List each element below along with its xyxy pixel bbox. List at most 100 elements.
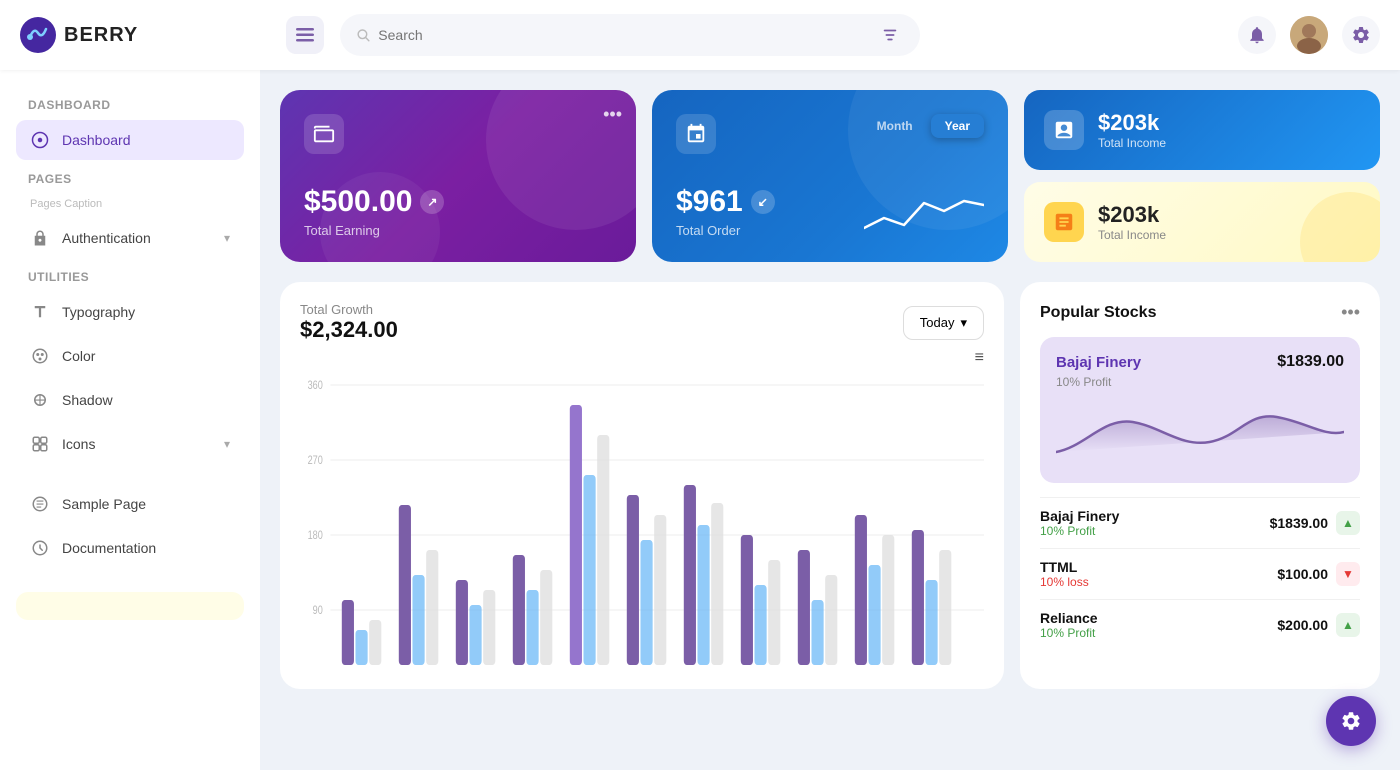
- income-blue-info: $203k Total Income: [1098, 110, 1166, 150]
- main-layout: Dashboard Dashboard Pages Pages Caption …: [0, 70, 1400, 770]
- sidebar-item-color[interactable]: Color: [16, 336, 244, 376]
- svg-text:180: 180: [308, 529, 323, 543]
- bajaj-trend-up-icon: ▲: [1336, 511, 1360, 535]
- bottom-row: Total Growth $2,324.00 Today ▾ ≡: [280, 282, 1380, 689]
- auth-label: Authentication: [62, 230, 151, 246]
- stock-ttml-loss: 10% loss: [1040, 575, 1089, 589]
- shadow-icon: [30, 390, 50, 410]
- order-amount: $961 ↙: [676, 185, 775, 219]
- stock-bajaj-info: Bajaj Finery 10% Profit: [1040, 508, 1119, 538]
- order-label: Total Order: [676, 223, 775, 238]
- sidebar-item-shadow[interactable]: Shadow: [16, 380, 244, 420]
- sidebar-section-utilities: Utilities: [16, 262, 244, 288]
- sidebar: Dashboard Dashboard Pages Pages Caption …: [0, 70, 260, 770]
- color-icon: [30, 346, 50, 366]
- income-blue-amount: $203k: [1098, 110, 1166, 136]
- svg-text:360: 360: [308, 379, 323, 393]
- search-bar: [340, 14, 920, 56]
- featured-stock-name: Bajaj Finery: [1056, 354, 1141, 371]
- earning-card: ••• $500.00 ↗ Total Earning: [280, 90, 636, 262]
- month-tab[interactable]: Month: [863, 114, 927, 138]
- notification-button[interactable]: [1238, 16, 1276, 54]
- main-content: ••• $500.00 ↗ Total Earning: [260, 70, 1400, 770]
- search-input[interactable]: [378, 27, 867, 43]
- sample-page-icon: [30, 494, 50, 514]
- stock-list-item-ttml: TTML 10% loss $100.00 ▼: [1040, 548, 1360, 599]
- fab-settings-button[interactable]: [1326, 696, 1376, 746]
- order-chart: [864, 178, 984, 238]
- avatar[interactable]: [1290, 16, 1328, 54]
- growth-amount: $2,324.00: [300, 317, 398, 343]
- dashboard-label: Dashboard: [62, 132, 131, 148]
- filter-button[interactable]: [875, 19, 904, 51]
- income-blue-label: Total Income: [1098, 136, 1166, 150]
- stock-bajaj-price: $1839.00: [1270, 515, 1328, 531]
- stocks-menu-icon[interactable]: •••: [1341, 302, 1360, 323]
- income-blue-card: $203k Total Income: [1024, 90, 1380, 170]
- sidebar-item-icons[interactable]: Icons ▾: [16, 424, 244, 464]
- featured-stock-chart: [1056, 397, 1344, 467]
- icons-chevron: ▾: [224, 437, 230, 451]
- stock-list-item: Bajaj Finery 10% Profit $1839.00 ▲: [1040, 497, 1360, 548]
- sample-page-label: Sample Page: [62, 496, 146, 512]
- color-label: Color: [62, 348, 95, 364]
- growth-title: Total Growth: [300, 302, 398, 317]
- earning-label: Total Earning: [304, 223, 612, 238]
- stocks-header: Popular Stocks •••: [1040, 302, 1360, 323]
- featured-stock-profit: 10% Profit: [1056, 375, 1344, 389]
- sidebar-item-sample-page[interactable]: Sample Page: [16, 484, 244, 524]
- income-yellow-icon: [1044, 202, 1084, 242]
- hamburger-button[interactable]: [286, 16, 324, 54]
- stock-ttml-price: $100.00: [1277, 566, 1328, 582]
- stock-ttml-info: TTML 10% loss: [1040, 559, 1089, 589]
- documentation-label: Documentation: [62, 540, 156, 556]
- reliance-trend-up-icon: ▲: [1336, 613, 1360, 637]
- svg-text:270: 270: [308, 454, 323, 468]
- year-tab[interactable]: Year: [931, 114, 984, 138]
- stock-bajaj-right: $1839.00 ▲: [1270, 511, 1360, 535]
- featured-stock-price: $1839.00: [1277, 353, 1344, 371]
- sidebar-item-typography[interactable]: Typography: [16, 292, 244, 332]
- stock-reliance-right: $200.00 ▲: [1277, 613, 1360, 637]
- header: BERRY: [0, 0, 1400, 70]
- stocks-card: Popular Stocks ••• Bajaj Finery $1839.00…: [1020, 282, 1380, 689]
- stocks-title: Popular Stocks: [1040, 304, 1156, 322]
- stock-bajaj-profit: 10% Profit: [1040, 524, 1119, 538]
- top-cards: ••• $500.00 ↗ Total Earning: [280, 90, 1380, 262]
- stock-featured: Bajaj Finery $1839.00 10% Profit: [1040, 337, 1360, 483]
- stock-featured-top: Bajaj Finery $1839.00: [1056, 353, 1344, 371]
- sidebar-item-authentication[interactable]: Authentication ▾: [16, 218, 244, 258]
- stock-bajaj-name: Bajaj Finery: [1040, 508, 1119, 524]
- today-label: Today: [920, 315, 955, 330]
- auth-chevron: ▾: [224, 231, 230, 245]
- income-yellow-info: $203k Total Income: [1098, 202, 1166, 242]
- logo-area: BERRY: [20, 17, 260, 53]
- order-trend-icon: ↙: [751, 190, 775, 214]
- stock-reliance-price: $200.00: [1277, 617, 1328, 633]
- logo-text: BERRY: [64, 24, 138, 47]
- sidebar-item-dashboard[interactable]: Dashboard: [16, 120, 244, 160]
- typography-icon: [30, 302, 50, 322]
- order-card: Month Year $961 ↙ Total Order: [652, 90, 1008, 262]
- documentation-icon: [30, 538, 50, 558]
- logo-icon: [20, 17, 56, 53]
- wallet-icon: [304, 114, 344, 154]
- icons-label: Icons: [62, 436, 95, 452]
- sidebar-item-documentation[interactable]: Documentation: [16, 528, 244, 568]
- growth-card: Total Growth $2,324.00 Today ▾ ≡: [280, 282, 1004, 689]
- order-tabs: Month Year: [863, 114, 984, 138]
- dashboard-icon: [30, 130, 50, 150]
- order-card-top: Month Year: [676, 114, 984, 154]
- today-button[interactable]: Today ▾: [903, 306, 984, 340]
- earning-menu-button[interactable]: •••: [603, 104, 622, 125]
- growth-header: Total Growth $2,324.00 Today ▾: [300, 302, 984, 343]
- settings-button[interactable]: [1342, 16, 1380, 54]
- income-blue-icon: [1044, 110, 1084, 150]
- sidebar-bottom-banner: [16, 592, 244, 620]
- income-yellow-label: Total Income: [1098, 228, 1166, 242]
- svg-text:90: 90: [313, 604, 323, 618]
- stock-reliance-profit: 10% Profit: [1040, 626, 1098, 640]
- auth-icon: [30, 228, 50, 248]
- sidebar-section-dashboard: Dashboard: [16, 90, 244, 116]
- sidebar-section-pages: Pages: [16, 164, 244, 190]
